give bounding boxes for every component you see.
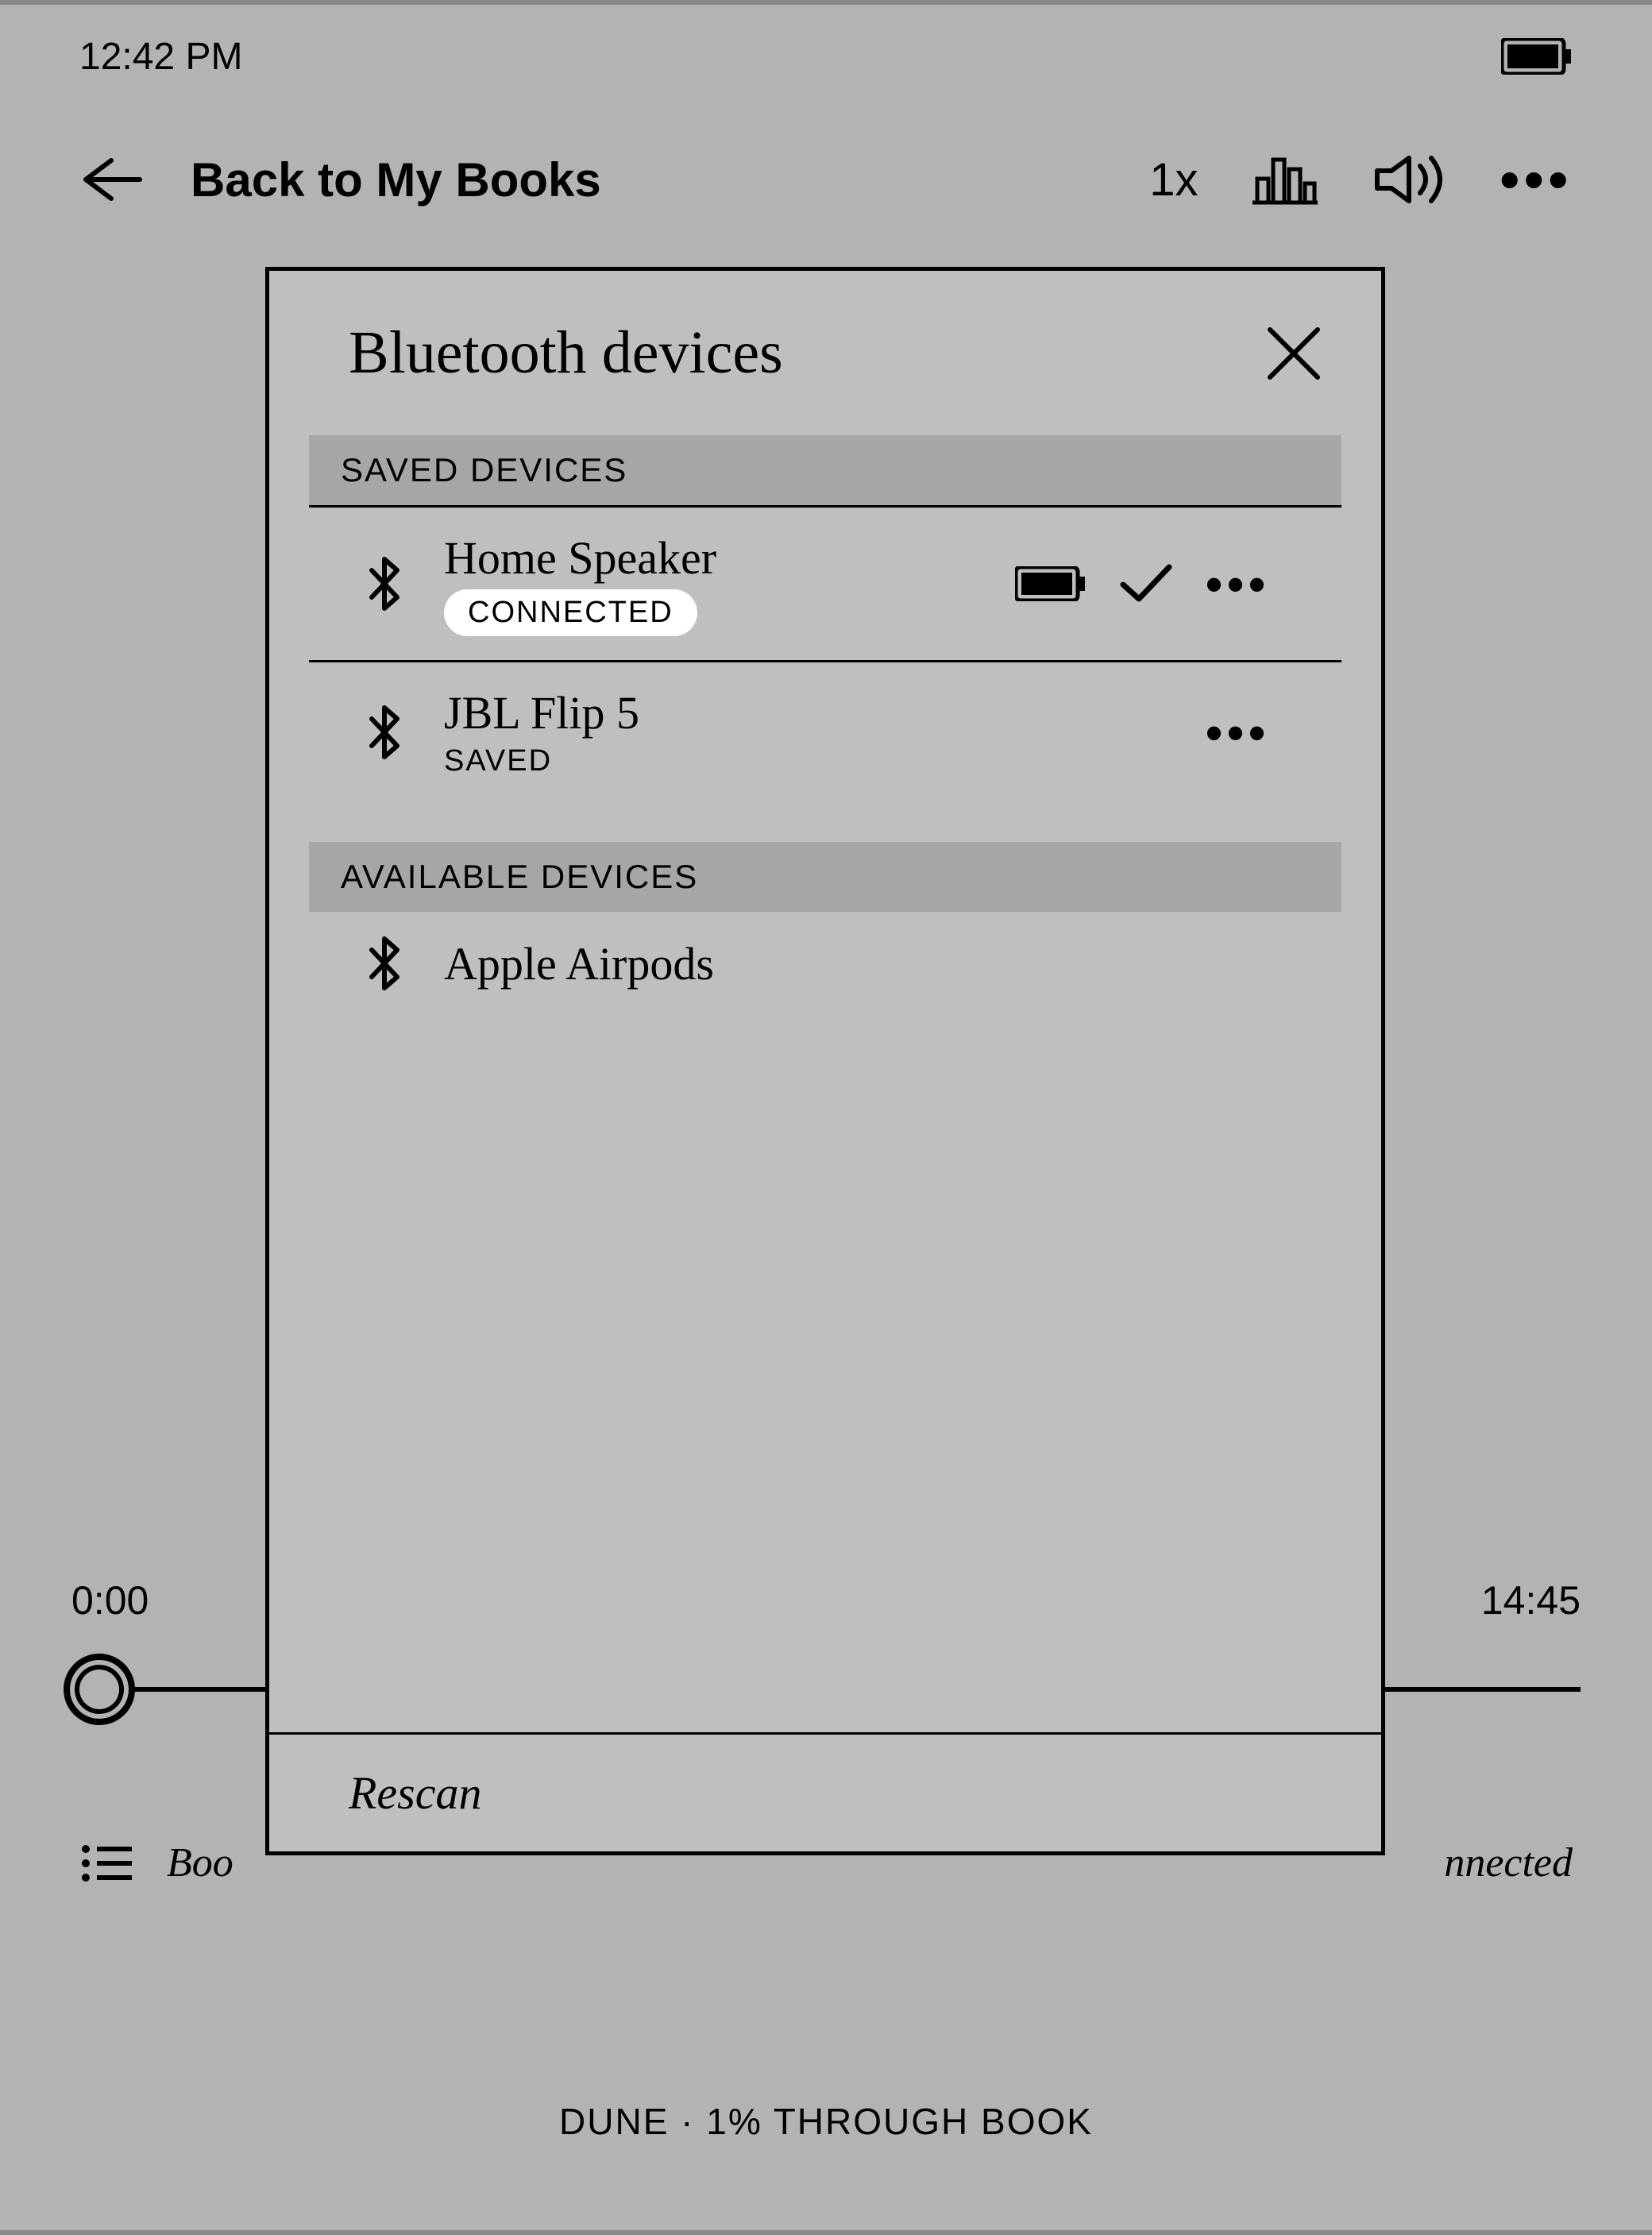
bluetooth-icon [357, 556, 412, 612]
bottom-right-text: nnected [1444, 1839, 1573, 1886]
device-battery-icon [1015, 566, 1087, 601]
device-row[interactable]: Apple Airpods [309, 912, 1341, 1015]
clock: 12:42 PM [79, 35, 242, 79]
back-label[interactable]: Back to My Books [191, 152, 601, 207]
dialog-title: Bluetooth devices [349, 318, 783, 388]
list-icon[interactable] [79, 1841, 135, 1886]
status-bar: 12:42 PM [0, 5, 1652, 108]
device-name: JBL Flip 5 [444, 686, 639, 739]
rescan-button[interactable]: Rescan [269, 1732, 1381, 1851]
remaining-time: 14:45 [1481, 1577, 1581, 1623]
more-menu[interactable]: ••• [1500, 148, 1573, 211]
bluetooth-icon [357, 936, 412, 991]
equalizer-icon[interactable] [1245, 152, 1325, 207]
scrubber-knob[interactable] [64, 1654, 135, 1725]
book-progress: DUNE · 1% THROUGH BOOK [0, 2100, 1652, 2143]
bottom-left-text: Boo [167, 1839, 234, 1886]
bluetooth-dialog: Bluetooth devices SAVED DEVICES Home Spe… [265, 267, 1385, 1855]
elapsed-time: 0:00 [71, 1577, 149, 1623]
speaker-icon[interactable] [1372, 152, 1452, 207]
device-status: SAVED [444, 744, 639, 778]
bluetooth-icon [357, 704, 412, 760]
playback-speed[interactable]: 1x [1149, 153, 1198, 207]
device-row[interactable]: JBL Flip 5 SAVED ••• [309, 662, 1341, 802]
saved-devices-header: SAVED DEVICES [309, 435, 1341, 508]
check-icon [1118, 562, 1174, 605]
screen: 12:42 PM Back to My Books 1x [0, 0, 1652, 2235]
available-devices-header: AVAILABLE DEVICES [309, 842, 1341, 912]
device-row[interactable]: Home Speaker CONNECTED [309, 508, 1341, 662]
back-arrow-icon[interactable] [79, 156, 143, 203]
battery-icon [1501, 38, 1573, 75]
close-icon[interactable] [1262, 322, 1326, 385]
device-name: Home Speaker [444, 531, 716, 585]
device-more-icon[interactable]: ••• [1206, 705, 1270, 760]
device-more-icon[interactable]: ••• [1206, 557, 1270, 612]
device-status: CONNECTED [444, 589, 697, 636]
device-name: Apple Airpods [444, 937, 714, 990]
top-nav: Back to My Books 1x ••• [0, 124, 1652, 235]
